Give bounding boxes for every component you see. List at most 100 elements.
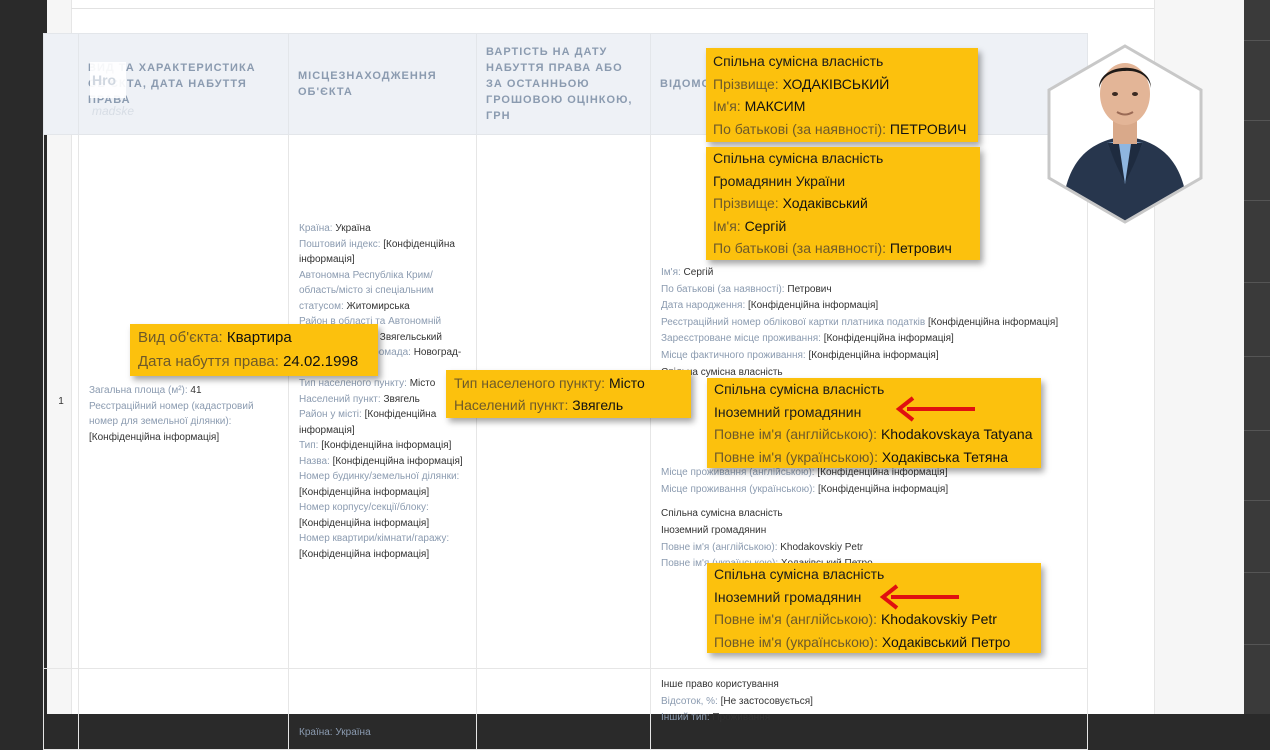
hl-line: Повне ім'я (англійською): Khodakovskiy P… [714,608,1034,631]
hl-title: Спільна сумісна власність [713,53,884,69]
field-value: [Конфіденційна інформація] [299,517,430,529]
hl-key: Прізвище: [713,195,779,211]
field-label: Спільна сумісна власність [661,508,783,520]
field-value: Місто [409,378,436,389]
hl-key: Вид об'єкта: [138,329,223,346]
rights-field: Інший тип: Проживання [661,710,1077,727]
hl-key: Ім'я: [713,217,741,234]
rights-field: Дата народження: [Конфіденційна інформац… [661,298,1077,315]
header-num [43,33,79,135]
loc-field: Тип: [Конфіденційна інформація] [299,438,466,454]
loc-field: Поштовий індекс: [Конфіденційна інформац… [299,237,466,268]
row-number [43,668,79,750]
field-label: Місце проживання (українською): [661,483,816,495]
loc-field: Назва: [Конфіденційна інформація] [299,454,466,470]
hl-value: МАКСИМ [744,98,806,114]
field-value: Звягельський [379,331,442,343]
hl-value: Квартира [226,329,292,346]
field-label: Населений пункт: [299,393,381,405]
field-value: [Конфіденційна інформація] [817,467,948,479]
field-label: Номер будинку/земельної ділянки: [299,471,460,482]
highlight-settlement: Тип населеного пункту: Місто Населений п… [446,370,691,418]
hl-line: Прізвище: Ходаківський [713,192,973,215]
hl-title: Спільна сумісна власність [714,381,885,397]
field-label: Тип населеного пункту: [299,378,407,389]
field-label: Зареєстроване місце проживання: [661,333,821,345]
hl-key: Повне ім'я (українською): [714,448,878,465]
field-label: Місце фактичного проживання: [661,349,806,361]
field-label: Країна: Україна [299,727,371,738]
hl-value: ХОДАКІВСЬКИЙ [782,75,890,92]
field-value: [Не застосовується] [720,695,813,707]
field-label: Місце проживання (англійською): [661,467,815,479]
hl-key: Тип населеного пункту: [454,375,606,391]
field-label: Країна: [299,223,333,234]
watermark-logo-text: Hro [92,72,117,88]
field-label: Ім'я: [661,267,681,278]
presenter-portrait [1047,44,1203,224]
loc-field: Номер будинку/земельної ділянки: [Конфід… [299,469,466,500]
hl-line: Тип населеного пункту: Місто [454,372,683,394]
rights-field: Зареєстроване місце проживання: [Конфіде… [661,331,1077,348]
object-cell: Загальна площа (м²): 41 Реєстраційний но… [78,134,289,669]
hl-line: Вид об'єкта: Квартира [138,326,370,350]
loc-field: Населений пункт: Звягель [299,392,466,408]
field-cadastral: Реєстраційний номер (кадастровий номер д… [89,399,278,446]
highlight-owner-tatyana: Спільна сумісна власність Іноземний гром… [707,378,1041,468]
rights-field: Іноземний громадянин [661,523,1077,540]
hl-value: ПЕТРОВИЧ [889,120,967,137]
field-label: Реєстраційний номер (кадастровий номер д… [89,400,254,428]
rights-field: Ім'я: Сергій [661,265,1077,282]
hl-subtitle: Іноземний громадянин [714,588,862,605]
hl-value: Ходаківський [782,195,868,211]
field-label: Район у місті: [299,409,362,420]
location-cell: Країна: Україна [288,668,477,750]
field-label: Номер квартири/кімнати/гаражу: [299,533,450,544]
field-value: Україна [335,223,371,234]
hl-key: Ім'я: [713,98,741,114]
field-value: [Конфіденційна інформація] [927,316,1059,328]
loc-field: Номер корпусу/секції/блоку: [Конфіденцій… [299,500,466,531]
loc-field: Район у місті: [Конфіденційна інформація… [299,407,466,438]
field-label: Номер корпусу/секції/блоку: [299,502,429,513]
hl-value: Ходаківський Петро [881,633,1011,650]
hl-value: Khodakovskiy Petr [880,611,997,627]
field-label: Повне ім'я (англійською): [661,541,778,553]
field-value: [Конфіденційна інформація] [332,455,463,467]
field-value: Khodakovskiy Petr [780,541,864,553]
header-value: ВАРТІСТЬ НА ДАТУ НАБУТТЯ ПРАВА АБО ЗА ОС… [476,33,651,135]
field-value: Сергій [683,267,714,278]
hl-key: Повне ім'я (англійською): [714,611,878,627]
hl-value: Звягель [572,397,624,413]
field-value: [Конфіденційна інформація] [299,486,430,498]
field-label: Назва: [299,455,330,467]
highlight-owner-maksym: Спільна сумісна власність Прізвище: ХОДА… [706,48,978,142]
hl-line: Ім'я: МАКСИМ [713,95,971,118]
hl-title: Спільна сумісна власність [713,150,884,166]
hl-line: Повне ім'я (англійською): Khodakovskaya … [714,423,1034,446]
loc-field: Автономна Республіка Крим/ область/місто… [299,268,466,315]
hl-key: По батькові (за наявності): [713,240,887,256]
field-label: Тип: [299,440,319,451]
hl-line: Повне ім'я (українською): Ходаківська Те… [714,446,1034,469]
hl-line: Дата набуття права: 24.02.1998 [138,350,370,374]
rights-field: Повне ім'я (англійською): Khodakovskiy P… [661,540,1077,557]
hl-value: 24.02.1998 [283,353,359,370]
highlight-owner-petro: Спільна сумісна власність Іноземний гром… [707,563,1041,653]
field-value: [Конфіденційна інформація] [823,333,954,345]
field-value: [Конфіденційна інформація] [321,440,452,451]
rights-field: По батькові (за наявності): Петрович [661,282,1077,299]
rights-field: Реєстраційний номер облікової картки пла… [661,315,1077,332]
rights-field: Місце фактичного проживання: [Конфіденці… [661,348,1077,365]
hl-line: Населений пункт: Звягель [454,394,683,416]
hl-line: Прізвище: ХОДАКІВСЬКИЙ [713,73,971,96]
field-value: Звягель [383,393,420,405]
rights-field: Спільна сумісна власність [661,506,1077,523]
hl-title: Спільна сумісна власність [714,566,885,582]
hl-value: Ходаківська Тетяна [881,448,1008,465]
highlight-owner-serhii: Спільна сумісна власність Громадянин Укр… [706,147,980,260]
rights-field: Місце проживання (українською): [Конфіде… [661,482,1077,499]
edge-line [1244,430,1270,431]
hl-line: По батькові (за наявності): Петрович [713,237,973,260]
